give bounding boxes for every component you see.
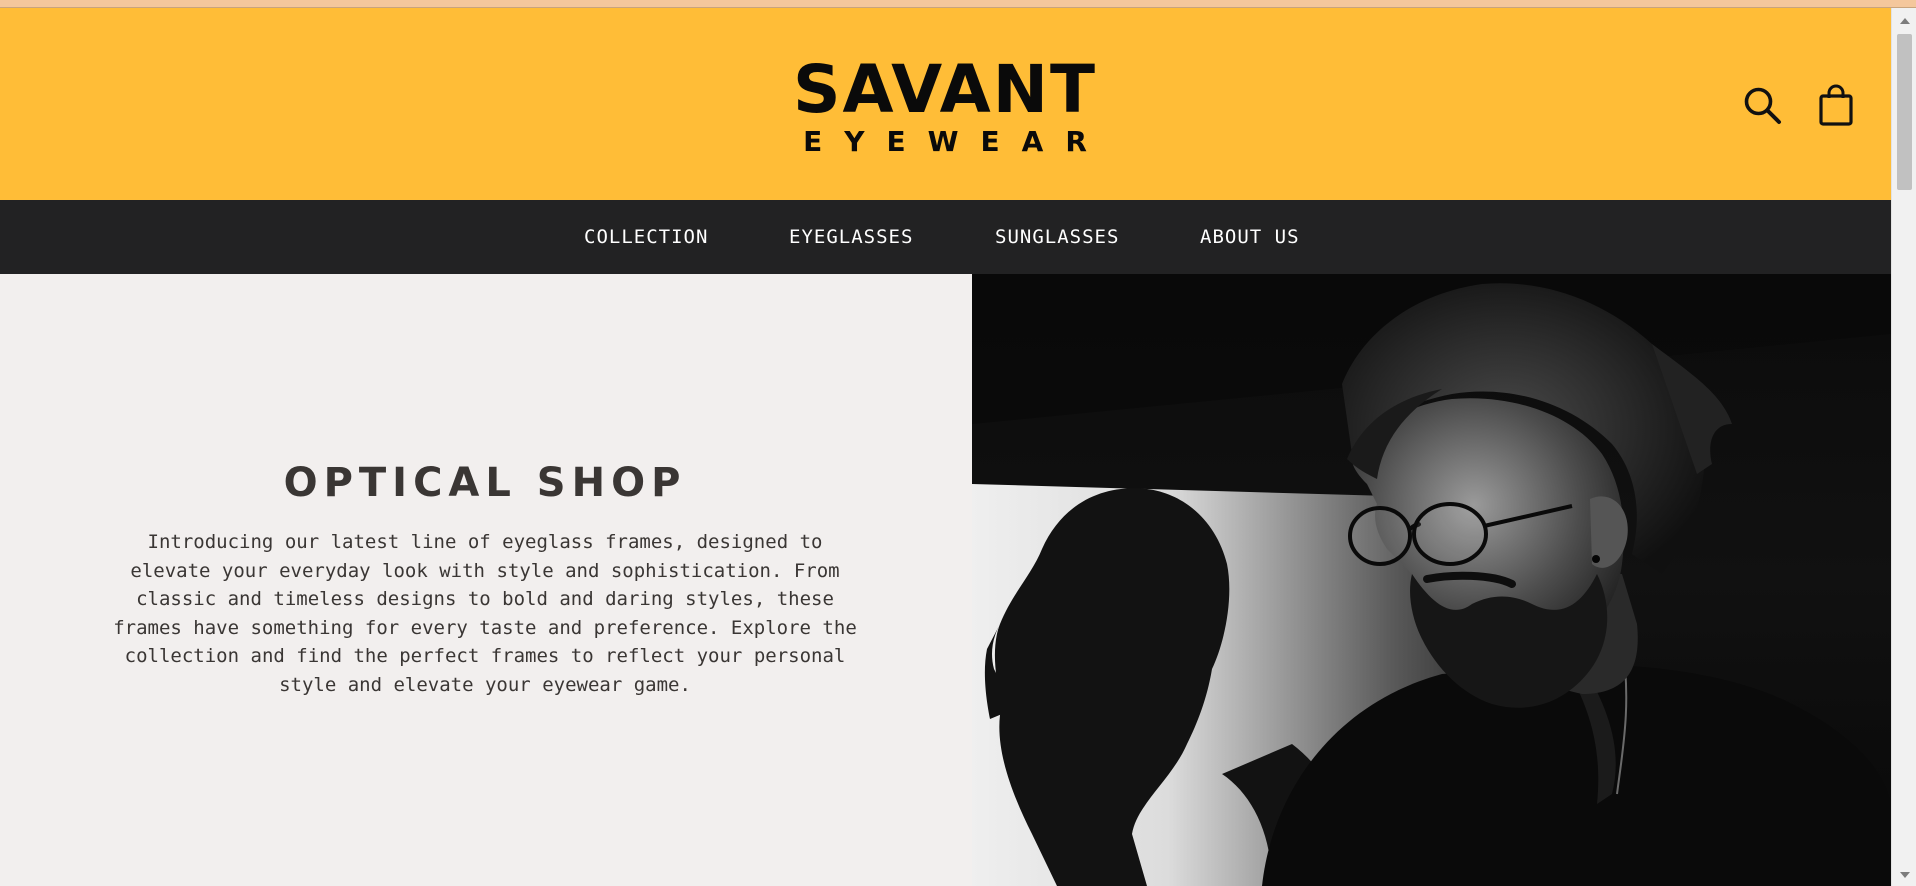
brand-tagline: EYEWEAR bbox=[803, 125, 1109, 158]
search-icon bbox=[1744, 87, 1781, 124]
browser-top-strip bbox=[0, 0, 1916, 8]
scroll-up-arrow[interactable] bbox=[1892, 12, 1916, 30]
hero-title: OPTICAL SHOP bbox=[283, 460, 687, 506]
brand-logo[interactable]: SAVANT EYEWEAR bbox=[740, 56, 1150, 166]
hero-photo bbox=[972, 274, 1891, 886]
scroll-down-arrow[interactable] bbox=[1892, 866, 1916, 884]
scroll-thumb[interactable] bbox=[1897, 34, 1912, 190]
site-header: SAVANT EYEWEAR bbox=[0, 8, 1891, 200]
search-button[interactable] bbox=[1739, 82, 1785, 128]
shopping-bag-icon bbox=[1819, 84, 1853, 126]
main-nav: COLLECTION EYEGLASSES SUNGLASSES ABOUT U… bbox=[0, 200, 1891, 274]
hero-description: Introducing our latest line of eyeglass … bbox=[113, 531, 857, 696]
nav-item-eyeglasses[interactable]: EYEGLASSES bbox=[789, 200, 913, 274]
nav-item-about-us[interactable]: ABOUT US bbox=[1200, 200, 1300, 274]
page-scrollbar[interactable] bbox=[1891, 8, 1916, 886]
page: SAVANT EYEWEAR COLLECTION EYEGLASSES SUN… bbox=[0, 8, 1891, 886]
nav-item-collection[interactable]: COLLECTION bbox=[584, 200, 708, 274]
chevron-down-icon bbox=[1899, 872, 1910, 878]
cart-button[interactable] bbox=[1813, 82, 1859, 128]
hero-text-panel: OPTICAL SHOP Introducing our latest line… bbox=[0, 274, 972, 886]
nav-item-sunglasses[interactable]: SUNGLASSES bbox=[995, 200, 1119, 274]
chevron-up-icon bbox=[1899, 18, 1910, 24]
brand-name: SAVANT bbox=[792, 51, 1098, 128]
